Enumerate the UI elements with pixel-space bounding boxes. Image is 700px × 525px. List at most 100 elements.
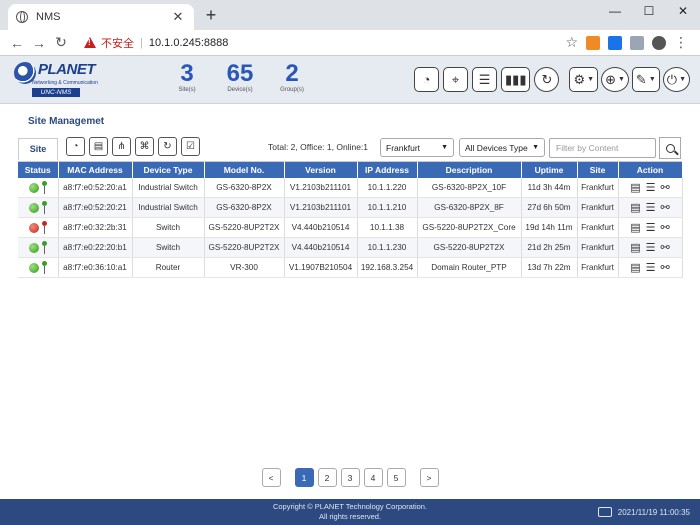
- refresh-button[interactable]: ↻: [534, 67, 560, 92]
- settings-gear-button[interactable]: ⚙ ▼: [569, 67, 599, 92]
- more-menu-icon[interactable]: ⋮: [674, 34, 688, 51]
- settings-sliders-icon[interactable]: ☰: [646, 261, 656, 274]
- checklist-icon[interactable]: ☑: [181, 137, 200, 156]
- devices-stat[interactable]: 65 Device(s): [222, 61, 258, 94]
- page-4-button[interactable]: 4: [363, 468, 383, 487]
- page-2-button[interactable]: 2: [317, 468, 337, 487]
- model-cell: GS-6320-8P2X: [204, 197, 285, 218]
- window-extension-icon[interactable]: [630, 35, 644, 50]
- gauge-icon[interactable]: ◔: [66, 137, 85, 156]
- page-1-button[interactable]: 1: [294, 468, 314, 487]
- chevron-down-icon: ▼: [617, 76, 625, 83]
- refresh-icon[interactable]: ↻: [158, 137, 177, 156]
- status-cell: [18, 237, 59, 258]
- table-row[interactable]: a8:f7:e0:32:2b:31 Switch GS-5220-8UP2T2X V4…: [18, 217, 683, 238]
- table-header-row: Status MAC Address Device Type Model No.…: [18, 162, 683, 178]
- map-button[interactable]: ⌖: [443, 67, 469, 92]
- copyright-line-2: All rights reserved.: [318, 512, 382, 521]
- link-icon[interactable]: ⚯: [661, 241, 670, 254]
- keyboard-icon[interactable]: [597, 507, 612, 517]
- device-detail-icon[interactable]: ▤: [630, 181, 640, 194]
- prev-page-button[interactable]: <: [261, 468, 281, 487]
- mac-cell: a8:f7:e0:22:20:b1: [58, 237, 133, 258]
- profile-icon[interactable]: [652, 35, 666, 50]
- browser-tab[interactable]: NMS ✕: [8, 4, 194, 30]
- location-pin-icon: [41, 200, 47, 215]
- link-icon[interactable]: ⚯: [661, 201, 670, 214]
- groups-stat[interactable]: 2 Group(s): [276, 61, 308, 94]
- devices-label: Device(s): [227, 87, 253, 93]
- forward-button[interactable]: →: [28, 35, 50, 51]
- mac-cell: a8:f7:e0:52:20:21: [58, 197, 133, 218]
- settings-sliders-icon[interactable]: ☰: [646, 201, 656, 214]
- column-header[interactable]: Site: [577, 162, 619, 178]
- s-extension-icon[interactable]: [608, 35, 622, 50]
- device-detail-icon[interactable]: ▤: [630, 241, 640, 254]
- list-button[interactable]: ☰: [472, 67, 498, 92]
- table-row[interactable]: a8:f7:e0:36:10:a1 Router VR-300 V1.1907B210…: [18, 257, 683, 278]
- main-content: Site Managemet Site ◔ ▤ ⋔ ⌘ ↻ ☑ Total: 2…: [0, 104, 700, 500]
- rss-extension-icon[interactable]: [586, 35, 600, 50]
- back-button[interactable]: ←: [6, 35, 28, 51]
- version-cell: V1.2103b211101: [284, 178, 358, 198]
- column-header[interactable]: Uptime: [521, 162, 578, 178]
- device-detail-icon[interactable]: ▤: [630, 201, 640, 214]
- minimize-button[interactable]: —: [598, 0, 632, 22]
- site-select[interactable]: Frankfurt ▼: [380, 138, 454, 157]
- new-tab-button[interactable]: +: [200, 5, 222, 26]
- next-page-button[interactable]: >: [419, 468, 439, 487]
- mac-cell: a8:f7:e0:36:10:a1: [58, 257, 133, 278]
- column-header[interactable]: IP Address: [357, 162, 418, 178]
- tab-title: NMS: [36, 11, 61, 23]
- language-globe-button[interactable]: ⊕ ▼: [601, 67, 629, 92]
- column-header[interactable]: MAC Address: [58, 162, 133, 178]
- sites-stat[interactable]: 3 Site(s): [172, 61, 202, 94]
- table-row[interactable]: a8:f7:e0:52:20:a1 Industrial Switch GS-632…: [18, 178, 683, 198]
- close-tab-icon[interactable]: ✕: [170, 9, 186, 25]
- settings-sliders-icon[interactable]: ☰: [646, 241, 656, 254]
- device-detail-icon[interactable]: ▤: [630, 221, 640, 234]
- page-5-button[interactable]: 5: [386, 468, 406, 487]
- planet-logo[interactable]: PLANET Networking & Communication UNC-NM…: [14, 60, 106, 100]
- clipboard-icon[interactable]: ▤: [89, 137, 108, 156]
- settings-sliders-icon[interactable]: ☰: [646, 221, 656, 234]
- settings-sliders-icon[interactable]: ☰: [646, 181, 656, 194]
- statistics-button[interactable]: ▮▮▮: [501, 67, 531, 92]
- column-header[interactable]: Status: [18, 162, 59, 178]
- filter-input[interactable]: Filter by Content: [549, 138, 656, 158]
- device-config-icon[interactable]: ⌘: [135, 137, 154, 156]
- link-icon[interactable]: ⚯: [661, 221, 670, 234]
- device-detail-icon[interactable]: ▤: [630, 261, 640, 274]
- column-header[interactable]: Version: [284, 162, 358, 178]
- site-cell: Frankfurt: [577, 237, 619, 258]
- type-cell: Switch: [132, 237, 205, 258]
- column-header[interactable]: Device Type: [132, 162, 205, 178]
- search-button[interactable]: [659, 137, 681, 159]
- bookmark-star-icon[interactable]: ☆: [565, 34, 578, 51]
- url-field[interactable]: 不安全 | 10.1.0.245:8888 ☆ ⋮: [78, 32, 694, 54]
- header-toolbar: ◔ ⌖ ☰ ▮▮▮ ↻ ⚙ ▼ ⊕ ▼ ✎ ▼ ⏻ ▼: [414, 67, 690, 92]
- tab-site[interactable]: Site: [18, 138, 58, 160]
- reload-button[interactable]: ↻: [50, 34, 72, 51]
- chevron-down-icon: ▼: [679, 76, 686, 83]
- topology-icon[interactable]: ⋔: [112, 137, 131, 156]
- tools-wrench-button[interactable]: ✎ ▼: [631, 67, 660, 92]
- column-header[interactable]: Action: [618, 162, 683, 178]
- table-row[interactable]: a8:f7:e0:22:20:b1 Switch GS-5220-8UP2T2X V4…: [18, 237, 683, 258]
- close-window-button[interactable]: ✕: [666, 0, 700, 22]
- online-status-icon: [28, 242, 39, 253]
- maximize-button[interactable]: ☐: [632, 0, 666, 22]
- device-type-value: All Devices Type: [465, 142, 528, 153]
- column-header[interactable]: Description: [417, 162, 522, 178]
- link-icon[interactable]: ⚯: [661, 181, 670, 194]
- link-icon[interactable]: ⚯: [661, 261, 670, 274]
- device-type-select[interactable]: All Devices Type ▼: [459, 138, 545, 157]
- power-button[interactable]: ⏻ ▼: [662, 67, 690, 92]
- column-header[interactable]: Model No.: [204, 162, 285, 178]
- ip-cell: 10.1.1.38: [357, 217, 418, 238]
- table-row[interactable]: a8:f7:e0:52:20:21 Industrial Switch GS-632…: [18, 197, 683, 218]
- page-3-button[interactable]: 3: [340, 468, 360, 487]
- chevron-down-icon: ▼: [648, 76, 656, 83]
- dashboard-gauge-button[interactable]: ◔: [414, 67, 440, 92]
- insecure-label: 不安全: [101, 37, 134, 50]
